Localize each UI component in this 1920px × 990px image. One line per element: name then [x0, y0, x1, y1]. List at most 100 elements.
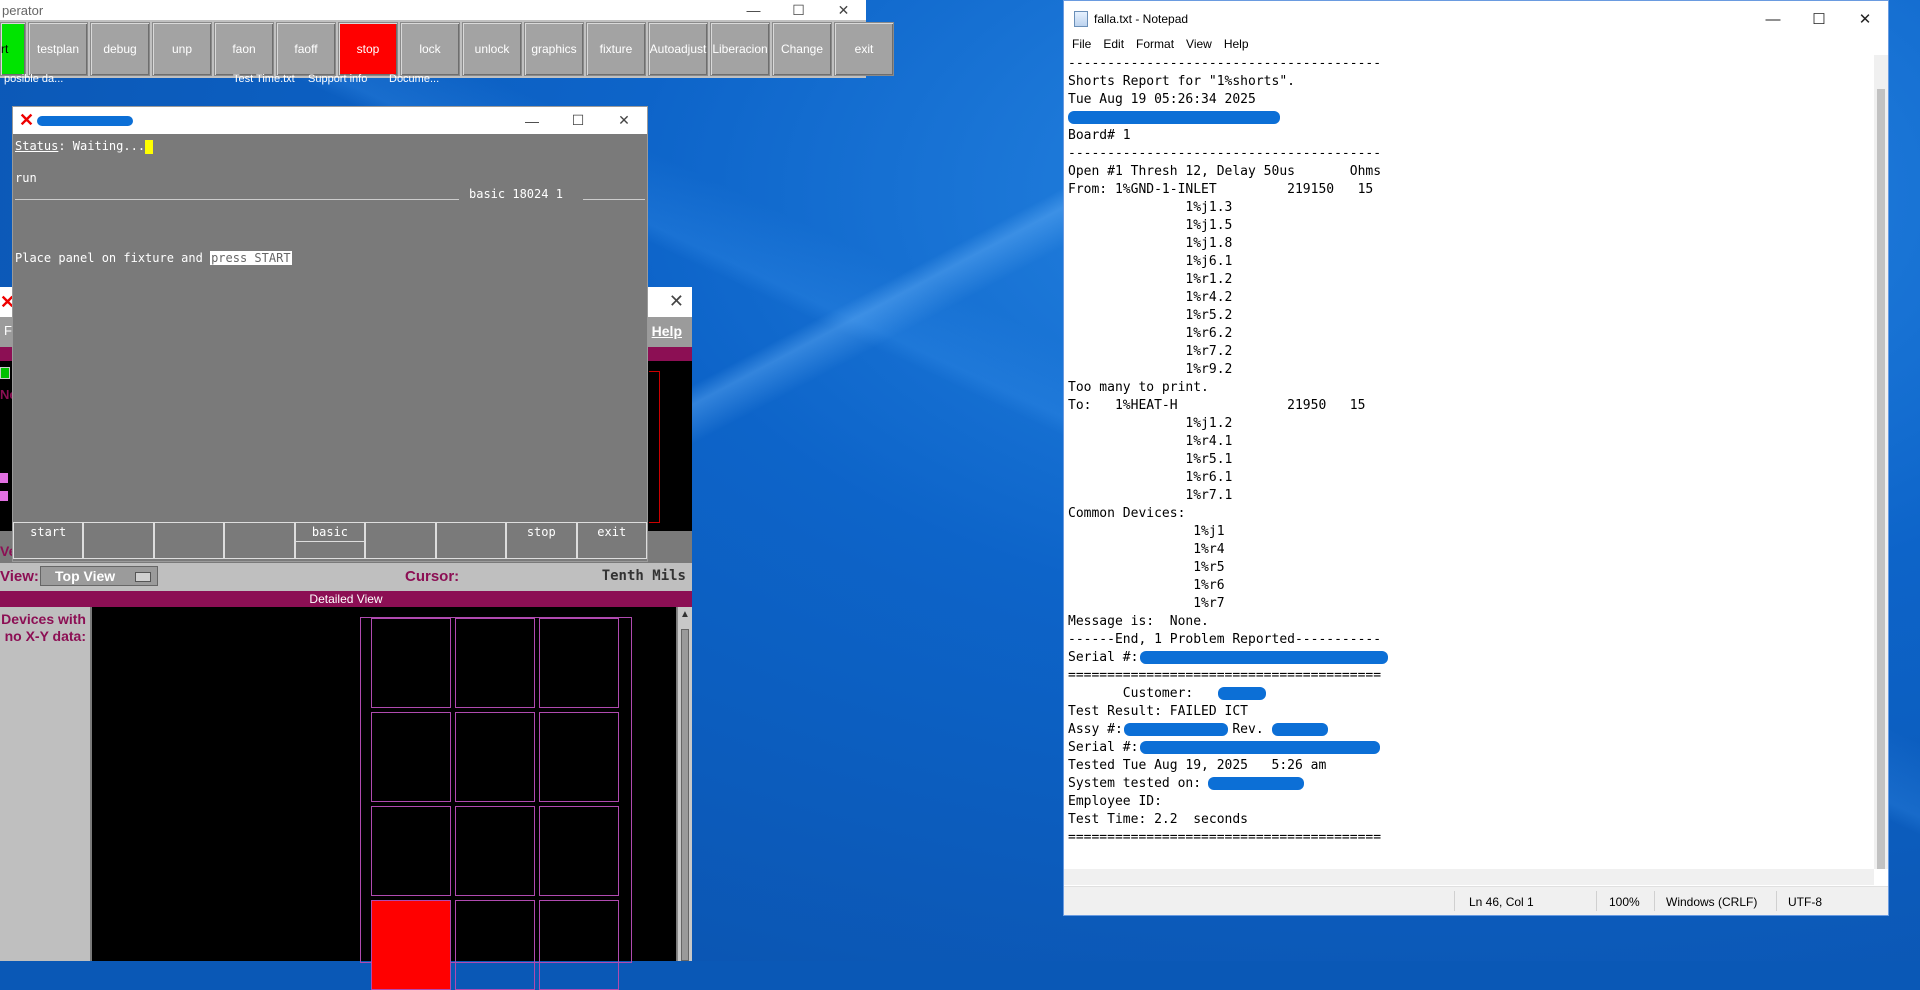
board-cell[interactable]	[539, 618, 619, 708]
autoadjust-button[interactable]: Autoadjust	[648, 22, 708, 76]
testplan-button[interactable]: testplan	[28, 22, 88, 76]
notepad-horizontal-scrollbar[interactable]	[1064, 869, 1874, 885]
redacted-text	[1272, 723, 1328, 736]
close-icon[interactable]: ✕	[821, 0, 866, 20]
view-label: View:	[0, 568, 39, 585]
units-label: Tenth Mils	[601, 568, 686, 584]
menu-view[interactable]: View	[1186, 37, 1212, 55]
status-value: : Waiting...	[58, 139, 146, 153]
faoff-button[interactable]: faoff	[276, 22, 336, 76]
softkey-start[interactable]: start	[13, 523, 84, 559]
close-icon[interactable]: ✕	[1842, 1, 1888, 37]
help-menu[interactable]: Help	[652, 323, 682, 339]
swatch-icon	[0, 473, 8, 483]
highlight-box	[649, 371, 660, 523]
board-cell[interactable]	[539, 806, 619, 896]
unlock-button[interactable]: unlock	[462, 22, 522, 76]
softkey-blank[interactable]	[365, 523, 436, 559]
faon-button[interactable]: faon	[214, 22, 274, 76]
status-label: Status	[15, 139, 59, 153]
close-icon[interactable]: ✕	[601, 107, 647, 134]
debug-button[interactable]: debug	[90, 22, 150, 76]
board-cell[interactable]	[371, 712, 451, 802]
scroll-thumb[interactable]	[681, 629, 689, 961]
softkey-blank[interactable]	[83, 523, 154, 559]
desktop-shortcut[interactable]: Test Time.txt	[233, 73, 295, 85]
unp-button[interactable]: unp	[152, 22, 212, 76]
notepad-titlebar: falla.txt - Notepad — ☐ ✕	[1064, 1, 1888, 37]
vertical-scrollbar[interactable]: ▲	[677, 607, 692, 961]
softkey-label: exit	[597, 525, 627, 539]
redacted-text	[1208, 777, 1304, 790]
line-endings: Windows (CRLF)	[1666, 895, 1758, 909]
change-button[interactable]: Change	[772, 22, 832, 76]
status-window: ✕ — ☐ ✕ Status: Waiting... run basic 180…	[12, 106, 648, 562]
maximize-icon[interactable]: ☐	[776, 0, 821, 20]
desktop-shortcut[interactable]: Docume...	[389, 73, 439, 85]
menu-format[interactable]: Format	[1136, 37, 1174, 55]
minimize-icon[interactable]: —	[509, 107, 555, 134]
softkey-label: stop	[526, 525, 556, 539]
detailed-view-canvas[interactable]	[92, 607, 676, 990]
board-cell[interactable]	[455, 806, 535, 896]
redacted-text	[1140, 741, 1380, 754]
board-cell[interactable]	[455, 900, 535, 990]
softkey-blank[interactable]	[153, 523, 225, 559]
run-label: run	[15, 171, 37, 185]
board-cell[interactable]	[539, 900, 619, 990]
softkey-blank[interactable]	[435, 523, 507, 559]
softkey-bar: start basic stop exit	[13, 522, 647, 561]
notepad-window: falla.txt - Notepad — ☐ ✕ File Edit Form…	[1063, 0, 1889, 916]
separator	[1776, 891, 1777, 911]
cursor-position: Ln 46, Col 1	[1469, 895, 1534, 909]
board-cell[interactable]	[539, 712, 619, 802]
desktop-shortcut[interactable]: Support info	[308, 73, 367, 85]
redacted-text	[1124, 723, 1228, 736]
menu-file[interactable]: File	[1072, 37, 1091, 55]
board-cell-failed[interactable]	[371, 900, 451, 990]
liberacion-button[interactable]: Liberacion	[710, 22, 770, 76]
notepad-editor[interactable]: ----------------------------------------…	[1064, 55, 1874, 869]
maximize-icon[interactable]: ☐	[1796, 1, 1842, 37]
menu-fragment[interactable]: F	[4, 323, 12, 338]
start-button[interactable]: rt	[0, 22, 26, 76]
dropdown-icon	[135, 572, 151, 582]
notepad-vertical-scrollbar[interactable]	[1874, 55, 1888, 869]
notepad-menubar: File Edit Format View Help	[1064, 37, 1888, 55]
board-grid	[360, 617, 632, 990]
maximize-icon[interactable]: ☐	[555, 107, 601, 134]
board-cell[interactable]	[371, 806, 451, 896]
minimize-icon[interactable]: —	[1750, 1, 1796, 37]
fixture-button[interactable]: fixture	[586, 22, 646, 76]
softkey-basic[interactable]: basic	[294, 523, 366, 559]
separator	[1596, 891, 1597, 911]
lock-button[interactable]: lock	[400, 22, 460, 76]
scroll-thumb[interactable]	[1877, 89, 1885, 869]
scroll-up-icon[interactable]: ▲	[680, 609, 690, 620]
prompt-text: Place panel on fixture and	[15, 251, 211, 265]
exit-button[interactable]: exit	[834, 22, 894, 76]
menu-help[interactable]: Help	[1224, 37, 1249, 55]
minimize-icon[interactable]: —	[731, 0, 776, 20]
stop-button[interactable]: stop	[338, 22, 398, 76]
desktop-shortcut[interactable]: posible da...	[4, 73, 63, 85]
softkey-stop[interactable]: stop	[506, 523, 577, 559]
close-icon[interactable]: ✕	[669, 291, 684, 312]
operator-titlebar: perator — ☐ ✕	[0, 0, 866, 20]
separator	[1454, 891, 1455, 911]
press-start-highlight: press START	[210, 251, 292, 265]
menu-edit[interactable]: Edit	[1103, 37, 1124, 55]
zoom-level: 100%	[1609, 895, 1640, 909]
board-cell[interactable]	[455, 712, 535, 802]
graphics-button[interactable]: graphics	[524, 22, 584, 76]
view-select[interactable]: Top View	[40, 566, 158, 586]
softkey-blank[interactable]	[224, 523, 295, 559]
softkey-label: basic	[311, 525, 349, 539]
operator-toolbar: rt testplan debug unp faon faoff stop lo…	[0, 22, 896, 78]
board-cell[interactable]	[455, 618, 535, 708]
softkey-exit[interactable]: exit	[576, 523, 647, 559]
x-logo-icon: ✕	[19, 110, 35, 130]
notepad-icon	[1074, 11, 1088, 27]
board-cell[interactable]	[371, 618, 451, 708]
redacted-text	[1140, 651, 1388, 664]
